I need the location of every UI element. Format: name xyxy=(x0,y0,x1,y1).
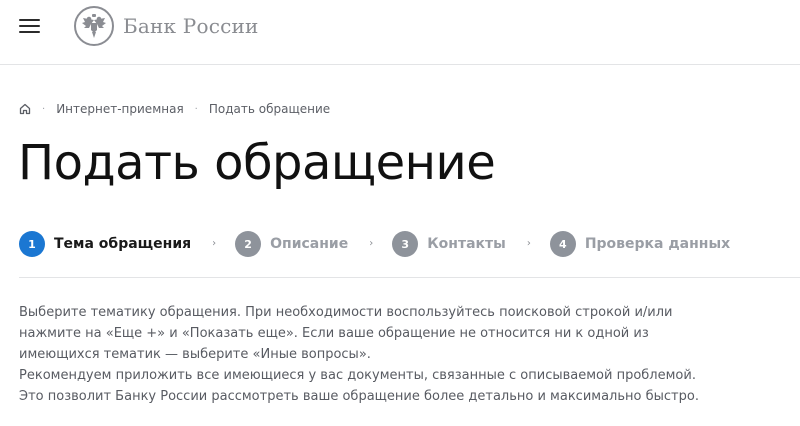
step-label: Контакты xyxy=(427,236,506,252)
page-title: Подать обращение xyxy=(18,135,496,191)
breadcrumb: · Интернет-приемная · Подать обращение xyxy=(19,100,330,118)
hamburger-menu-icon[interactable] xyxy=(19,17,41,35)
instructions-text: Выберите тематику обращения. При необход… xyxy=(19,302,719,407)
step-label: Проверка данных xyxy=(584,236,731,252)
instructions-paragraph: Выберите тематику обращения. При необход… xyxy=(19,305,673,362)
breadcrumb-item-current: Подать обращение xyxy=(208,102,331,116)
step-review[interactable]: 4 Проверка данных xyxy=(549,229,731,259)
chevron-right-icon: › xyxy=(526,238,531,249)
step-label: Описание xyxy=(270,236,349,252)
breadcrumb-item-internet-reception[interactable]: Интернет-приемная xyxy=(56,102,183,116)
breadcrumb-separator: · xyxy=(194,103,198,115)
step-label: Тема обращения xyxy=(54,236,192,252)
step-number: 2 xyxy=(235,231,262,257)
bank-name: Банк России xyxy=(123,14,259,38)
site-header: Банк России xyxy=(0,0,800,65)
step-description[interactable]: 2 Описание xyxy=(235,229,348,259)
step-number: 4 xyxy=(549,231,576,257)
step-contacts[interactable]: 3 Контакты xyxy=(392,229,506,259)
step-number: 3 xyxy=(392,231,419,257)
chevron-right-icon: › xyxy=(369,238,374,249)
breadcrumb-home-link[interactable] xyxy=(19,103,31,115)
home-icon xyxy=(19,103,31,115)
breadcrumb-separator: · xyxy=(42,103,46,115)
chevron-right-icon: › xyxy=(212,238,217,249)
instructions-paragraph: Рекомендуем приложить все имеющиеся у ва… xyxy=(19,368,699,404)
step-topic[interactable]: 1 Тема обращения xyxy=(19,229,191,259)
double-headed-eagle-emblem-icon xyxy=(74,6,114,46)
form-stepper: 1 Тема обращения › 2 Описание › 3 Контак… xyxy=(19,229,800,278)
step-number: 1 xyxy=(19,231,45,257)
bank-logo-link[interactable]: Банк России xyxy=(74,4,259,48)
